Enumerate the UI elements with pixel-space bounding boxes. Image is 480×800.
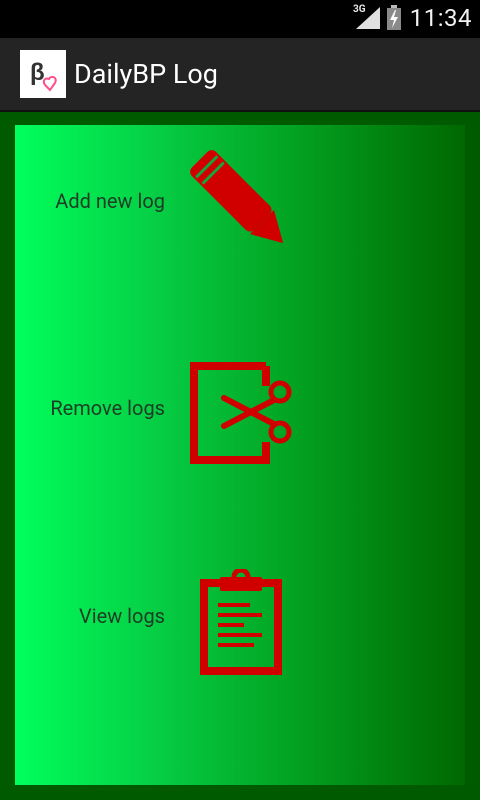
svg-text:β: β xyxy=(30,59,45,86)
menu-item-label: Remove logs xyxy=(50,396,165,420)
menu-item-label: View logs xyxy=(78,604,165,628)
action-bar: β DailyBP Log xyxy=(0,38,480,112)
battery-charging-icon xyxy=(387,5,401,30)
scissors-cut-icon xyxy=(190,362,292,464)
menu-item-add-new-log[interactable]: Add new log xyxy=(15,140,465,260)
menu-item-label: Add new log xyxy=(55,189,165,213)
app-title: DailyBP Log xyxy=(74,58,218,90)
menu-item-view-logs[interactable]: View logs xyxy=(15,555,465,675)
clipboard-icon xyxy=(200,569,282,675)
content-frame: Add new log Remove logs View logs xyxy=(0,112,480,800)
menu-item-remove-logs[interactable]: Remove logs xyxy=(15,347,465,467)
menu-panel: Add new log Remove logs View logs xyxy=(15,125,465,785)
pencil-icon xyxy=(190,150,284,244)
signal-strength-icon xyxy=(356,7,380,29)
clock: 11:34 xyxy=(409,4,472,32)
heart-logo-icon[interactable]: β xyxy=(20,50,66,98)
status-bar: 3G 11:34 xyxy=(0,0,480,38)
